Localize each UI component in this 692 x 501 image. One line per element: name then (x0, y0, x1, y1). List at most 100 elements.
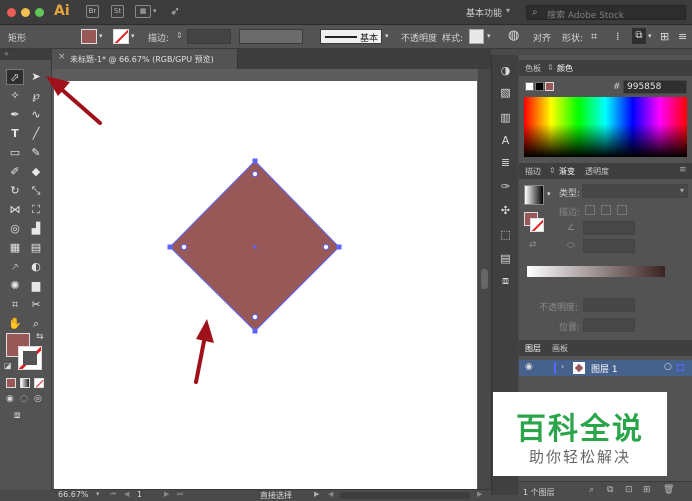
shaper-tool-icon[interactable]: ✐ (6, 164, 24, 180)
anchor-left[interactable] (167, 244, 173, 250)
pathfinder-panel-icon[interactable]: ⧈ (498, 273, 513, 288)
fill-swatch[interactable] (81, 29, 97, 44)
gradient-opacity-field[interactable] (583, 298, 635, 312)
aspect-ratio-field[interactable] (583, 239, 635, 253)
eraser-tool-icon[interactable]: ◆ (27, 164, 45, 180)
anchor-right[interactable] (336, 244, 342, 250)
live-corner-widget-top[interactable] (251, 170, 259, 178)
artwork-canvas[interactable] (54, 81, 477, 489)
collapse-toolbar-icon[interactable]: « (4, 49, 9, 58)
select-similar-icon[interactable]: ⊞ (660, 30, 669, 43)
close-window-button[interactable] (7, 8, 16, 17)
live-corner-widget-left[interactable] (180, 243, 188, 251)
transform-panel-icon[interactable]: ⬚ (498, 227, 513, 242)
gradient-mode-icon[interactable] (20, 378, 30, 388)
blend-tool-icon[interactable]: ◐ (27, 259, 45, 275)
reverse-gradient-icon[interactable]: ⇄ (529, 240, 537, 250)
transform-icon[interactable]: ⌗ (591, 30, 597, 44)
delete-layer-icon[interactable]: 🗑 (663, 485, 674, 495)
paintbrush-tool-icon[interactable]: ✎ (27, 145, 45, 161)
artboard-number[interactable]: 1 (137, 490, 142, 499)
mesh-tool-icon[interactable]: ▦ (6, 240, 24, 256)
style-chevron-icon[interactable]: ▾ (487, 32, 491, 40)
arrange-documents-icon[interactable]: ▦ (135, 5, 151, 18)
perspective-grid-tool-icon[interactable]: ▟ (27, 221, 45, 237)
tab-color[interactable]: 颜色 (557, 63, 573, 74)
artboard-tool-icon[interactable]: ⌗ (6, 297, 24, 313)
horizontal-scrollbar[interactable] (340, 492, 470, 499)
none-mode-icon[interactable] (34, 378, 44, 388)
color-spectrum[interactable] (524, 97, 687, 157)
arrange-icon[interactable]: ⧉ (632, 28, 646, 44)
shape-label[interactable]: 形状: (562, 31, 583, 44)
gradient-preview-thumbnail[interactable] (524, 185, 544, 205)
panel-menu-icon[interactable]: ≡ (678, 30, 687, 43)
stroke-swatch[interactable] (113, 29, 129, 44)
pasteboard[interactable] (52, 69, 478, 489)
stroke-within-icon[interactable] (585, 205, 595, 215)
stock-icon[interactable]: St (111, 5, 124, 18)
selection-tool-icon[interactable]: ⬀ (6, 69, 24, 85)
stock-search-input[interactable]: ⌕ 搜索 Adobe Stock (526, 5, 686, 21)
symbols-panel-icon[interactable]: ✣ (498, 203, 513, 218)
paragraph-panel-icon[interactable]: ≣ (498, 155, 513, 170)
clipping-mask-icon[interactable]: ⧉ (607, 485, 613, 495)
gradient-tool-icon[interactable]: ▤ (27, 240, 45, 256)
color-themes-icon[interactable]: ▧ (498, 85, 513, 100)
draw-inside-icon[interactable]: ◎ (34, 394, 42, 404)
layer-name[interactable]: 图层 1 (591, 362, 618, 375)
libraries-icon[interactable]: ▥ (498, 110, 513, 125)
visibility-eye-icon[interactable]: ◉ (525, 362, 533, 372)
tab-layers[interactable]: 图层 (525, 343, 541, 354)
hex-input[interactable]: 995858 (623, 80, 687, 94)
vertical-scrollbar[interactable] (478, 69, 491, 489)
bridge-icon[interactable]: Br (86, 5, 99, 18)
live-corner-widget-bottom[interactable] (251, 313, 259, 321)
type-tool-icon[interactable]: T (6, 126, 24, 142)
recolor-artwork-icon[interactable]: ◍ (508, 28, 519, 43)
rotate-tool-icon[interactable]: ↻ (6, 183, 24, 199)
tab-stroke[interactable]: 描边 (525, 166, 541, 177)
brush-chevron-icon[interactable]: ▾ (385, 32, 389, 40)
shape-builder-tool-icon[interactable]: ◎ (6, 221, 24, 237)
default-fill-stroke-icon[interactable]: ◪ (4, 361, 12, 370)
scroll-left-icon[interactable]: ◀ (328, 490, 333, 498)
brush-definition-select[interactable]: 基本 (320, 29, 382, 44)
arrange-chevron-icon[interactable]: ▾ (648, 32, 652, 40)
stroke-along-icon[interactable] (601, 205, 611, 215)
new-layer-icon[interactable]: ⊞ (643, 485, 651, 495)
color-guide-icon[interactable]: ◑ (498, 63, 513, 78)
gradient-preview-chevron-icon[interactable]: ▾ (547, 190, 551, 198)
tab-swatches[interactable]: 色板 (525, 63, 541, 74)
align-panel-icon[interactable]: ▤ (498, 251, 513, 266)
layer-row[interactable]: ◉ › 图层 1 ○ (519, 360, 692, 376)
black-swatch[interactable] (535, 82, 544, 91)
stroke-weight-field[interactable] (187, 29, 231, 44)
pen-tool-icon[interactable]: ✒ (6, 107, 24, 123)
scale-tool-icon[interactable]: ⤡ (27, 183, 45, 199)
brushes-panel-icon[interactable]: ✑ (498, 179, 513, 194)
scrollbar-thumb[interactable] (481, 269, 488, 289)
anchor-bottom[interactable] (252, 328, 258, 334)
current-fill-swatch[interactable] (545, 82, 554, 91)
layer-selected-indicator[interactable] (677, 364, 684, 371)
stroke-across-icon[interactable] (617, 205, 627, 215)
next-artboard-icon[interactable]: ▶ (164, 490, 169, 498)
status-menu-icon[interactable]: ▶ (314, 490, 319, 498)
workspace-switcher[interactable]: 基本功能 (466, 6, 502, 19)
graphic-style-swatch[interactable] (469, 29, 484, 44)
stroke-color-box[interactable] (18, 346, 42, 370)
expand-layer-icon[interactable]: › (561, 362, 564, 371)
symbol-sprayer-tool-icon[interactable]: ✺ (6, 278, 24, 294)
character-panel-icon[interactable]: A (498, 133, 513, 148)
zoom-level[interactable]: 66.67% (58, 490, 89, 499)
first-artboard-icon[interactable]: ⏮ (110, 490, 116, 499)
gradient-panel-menu-icon[interactable]: ≡ (679, 165, 687, 175)
angle-field[interactable] (583, 221, 635, 235)
column-graph-tool-icon[interactable]: ▆ (27, 278, 45, 294)
workspace-chevron-icon[interactable]: ▾ (506, 6, 510, 15)
fill-chevron-icon[interactable]: ▾ (99, 32, 103, 40)
gradient-stroke-swatch[interactable] (530, 218, 544, 232)
magic-wand-tool-icon[interactable]: ✧ (6, 88, 24, 104)
layer-target-icon[interactable]: ○ (664, 362, 672, 372)
